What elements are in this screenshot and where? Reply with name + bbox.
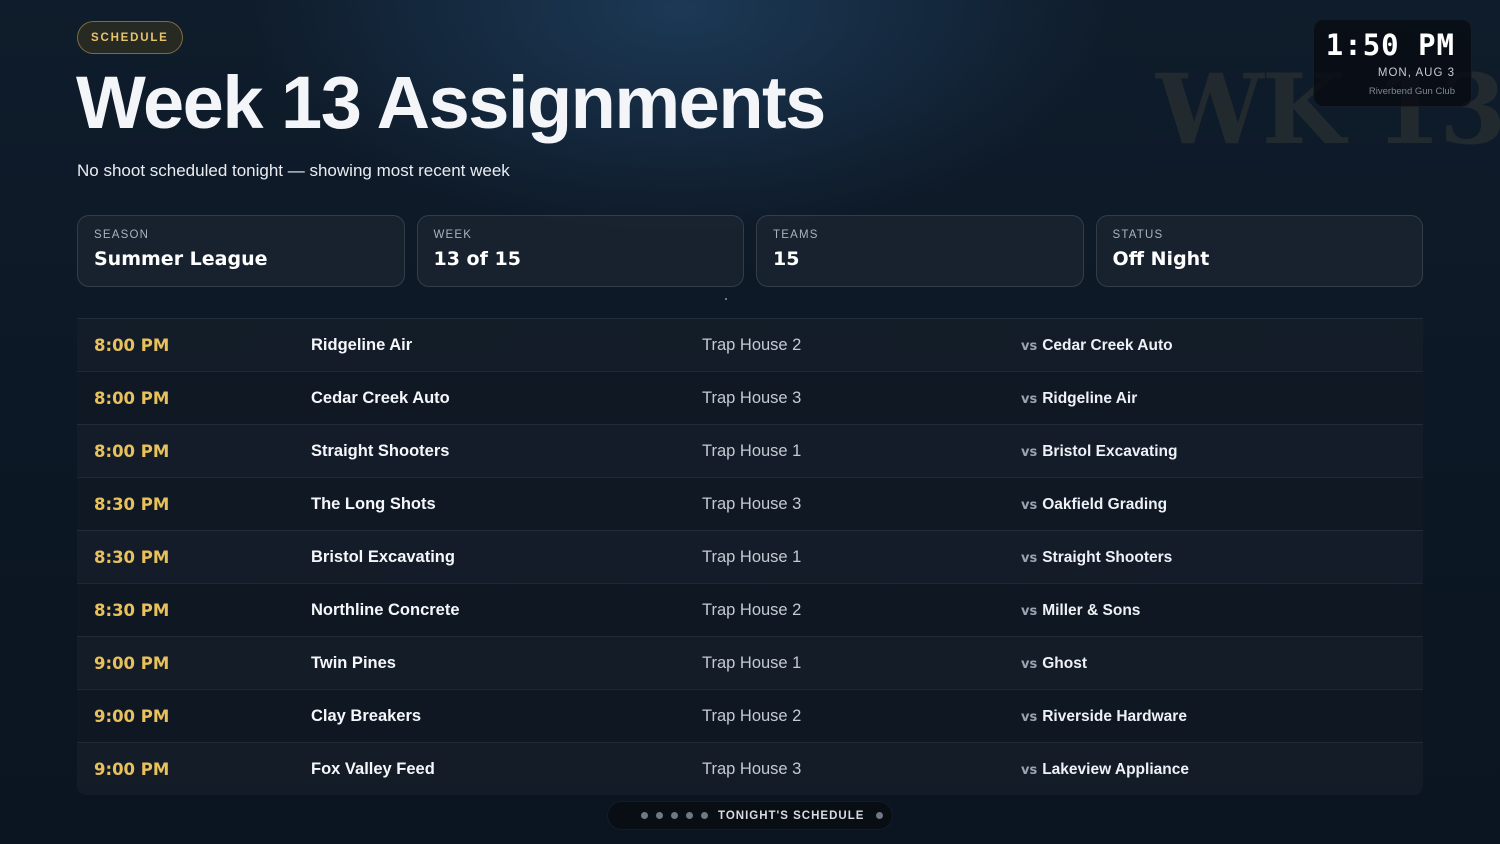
page-indicator: TONIGHT'S SCHEDULE	[607, 801, 893, 830]
slot-time: 9:00 PM	[94, 654, 170, 673]
table-row: 9:00 PM Twin Pines Trap House 1 vs Ghost	[77, 636, 1423, 689]
section-badge: SCHEDULE	[77, 21, 183, 54]
schedule-table: 8:00 PM Ridgeline Air Trap House 2 vs Cedar …	[77, 318, 1423, 795]
trap-house: Trap House 3	[702, 760, 802, 778]
clock-date: MON, AUG 3	[1377, 66, 1455, 79]
trap-house: Trap House 2	[702, 707, 802, 725]
stat-card-season: SEASON Summer League	[77, 215, 405, 287]
opponent: vs Cedar Creek Auto	[1021, 319, 1173, 373]
vs-label: vs	[1021, 710, 1038, 725]
clock-widget: 1:50 PM MON, AUG 3 Riverbend Gun Club	[1313, 19, 1472, 107]
stat-value: 13 of 15	[433, 248, 521, 270]
opponent: vs Oakfield Grading	[1021, 478, 1167, 532]
slot-time: 8:30 PM	[94, 548, 170, 567]
trap-house: Trap House 1	[702, 654, 802, 672]
table-row: 8:00 PM Ridgeline Air Trap House 2 vs Cedar …	[77, 318, 1423, 371]
team-name: Fox Valley Feed	[311, 760, 435, 778]
page-dot[interactable]	[686, 812, 693, 819]
trap-house: Trap House 2	[702, 336, 802, 354]
slot-time: 8:00 PM	[94, 442, 170, 461]
table-row: 8:30 PM Bristol Excavating Trap House 1 vs S…	[77, 530, 1423, 583]
table-row: 8:00 PM Cedar Creek Auto Trap House 3 vs Rid…	[77, 371, 1423, 424]
vs-label: vs	[1021, 498, 1038, 513]
page-title: Week 13 Assignments	[76, 61, 826, 144]
page-dot[interactable]	[641, 812, 648, 819]
opponent-name: Cedar Creek Auto	[1042, 337, 1173, 354]
vs-label: vs	[1021, 392, 1038, 407]
team-name: Clay Breakers	[311, 707, 422, 725]
slot-time: 8:00 PM	[94, 336, 170, 355]
team-name: Northline Concrete	[311, 601, 460, 619]
page-dot[interactable]	[701, 812, 708, 819]
trap-house: Trap House 3	[702, 495, 802, 513]
slot-time: 8:30 PM	[94, 601, 170, 620]
stat-label: WEEK	[433, 229, 473, 241]
opponent: vs Bristol Excavating	[1021, 425, 1177, 479]
slot-time: 9:00 PM	[94, 760, 170, 779]
clock-time: 1:50 PM	[1325, 28, 1455, 62]
table-row: 8:00 PM Straight Shooters Trap House 1 vs Br…	[77, 424, 1423, 477]
opponent-name: Ghost	[1042, 655, 1087, 672]
team-name: Ridgeline Air	[311, 336, 413, 354]
stat-card-status: STATUS Off Night	[1095, 215, 1423, 287]
schedule-screen: WK 13 SCHEDULE Week 13 Assignments No sh…	[0, 0, 1500, 844]
vs-label: vs	[1021, 657, 1038, 672]
page-dot[interactable]	[671, 812, 678, 819]
opponent-name: Straight Shooters	[1042, 549, 1173, 566]
slot-time: 9:00 PM	[94, 707, 170, 726]
trap-house: Trap House 1	[702, 442, 802, 460]
table-row: 8:30 PM Northline Concrete Trap House 2 vs M…	[77, 583, 1423, 636]
team-name: The Long Shots	[311, 495, 436, 513]
team-name: Straight Shooters	[311, 442, 450, 460]
stat-label: TEAMS	[773, 229, 819, 241]
stat-value: 15	[773, 248, 800, 270]
opponent-name: Riverside Hardware	[1042, 708, 1187, 725]
table-row: 9:00 PM Clay Breakers Trap House 2 vs Rivers…	[77, 689, 1423, 742]
stat-label: STATUS	[1112, 229, 1164, 241]
opponent: vs Lakeview Appliance	[1021, 743, 1189, 797]
opponent: vs Ghost	[1021, 637, 1087, 691]
slot-time: 8:30 PM	[94, 495, 170, 514]
opponent-name: Bristol Excavating	[1042, 443, 1178, 460]
opponent-name: Ridgeline Air	[1042, 390, 1138, 407]
current-page-label: TONIGHT'S SCHEDULE	[718, 809, 865, 822]
opponent-name: Oakfield Grading	[1042, 496, 1168, 513]
team-name: Twin Pines	[311, 654, 396, 672]
team-name: Bristol Excavating	[311, 548, 455, 566]
opponent: vs Miller & Sons	[1021, 584, 1140, 638]
vs-label: vs	[1021, 551, 1038, 566]
table-row: 8:30 PM The Long Shots Trap House 3 vs Oakfi…	[77, 477, 1423, 530]
opponent: vs Riverside Hardware	[1021, 690, 1187, 744]
club-name: Riverbend Gun Club	[1368, 85, 1455, 97]
opponent-name: Miller & Sons	[1042, 602, 1141, 619]
slot-time: 8:00 PM	[94, 389, 170, 408]
stat-value: Off Night	[1112, 248, 1210, 270]
trap-house: Trap House 2	[702, 601, 802, 619]
vs-label: vs	[1021, 339, 1038, 354]
trap-house: Trap House 3	[702, 389, 802, 407]
vs-label: vs	[1021, 763, 1038, 778]
stats-bar: SEASON Summer League WEEK 13 of 15 TEAMS…	[77, 215, 1423, 287]
page-dot[interactable]	[876, 812, 884, 819]
vs-label: vs	[1021, 604, 1038, 619]
opponent: vs Ridgeline Air	[1021, 372, 1137, 426]
opponent: vs Straight Shooters	[1021, 531, 1172, 585]
opponent-name: Lakeview Appliance	[1042, 761, 1189, 778]
team-name: Cedar Creek Auto	[311, 389, 450, 407]
vs-label: vs	[1021, 445, 1038, 460]
table-row: 9:00 PM Fox Valley Feed Trap House 3 vs Lake…	[77, 742, 1423, 795]
divider-dot	[725, 298, 727, 300]
trap-house: Trap House 1	[702, 548, 802, 566]
stat-label: SEASON	[94, 229, 150, 241]
page-subtitle: No shoot scheduled tonight — showing mos…	[77, 161, 510, 180]
stat-card-week: WEEK 13 of 15	[416, 215, 744, 287]
page-dot[interactable]	[656, 812, 663, 819]
stat-card-teams: TEAMS 15	[756, 215, 1084, 287]
stat-value: Summer League	[94, 248, 268, 270]
